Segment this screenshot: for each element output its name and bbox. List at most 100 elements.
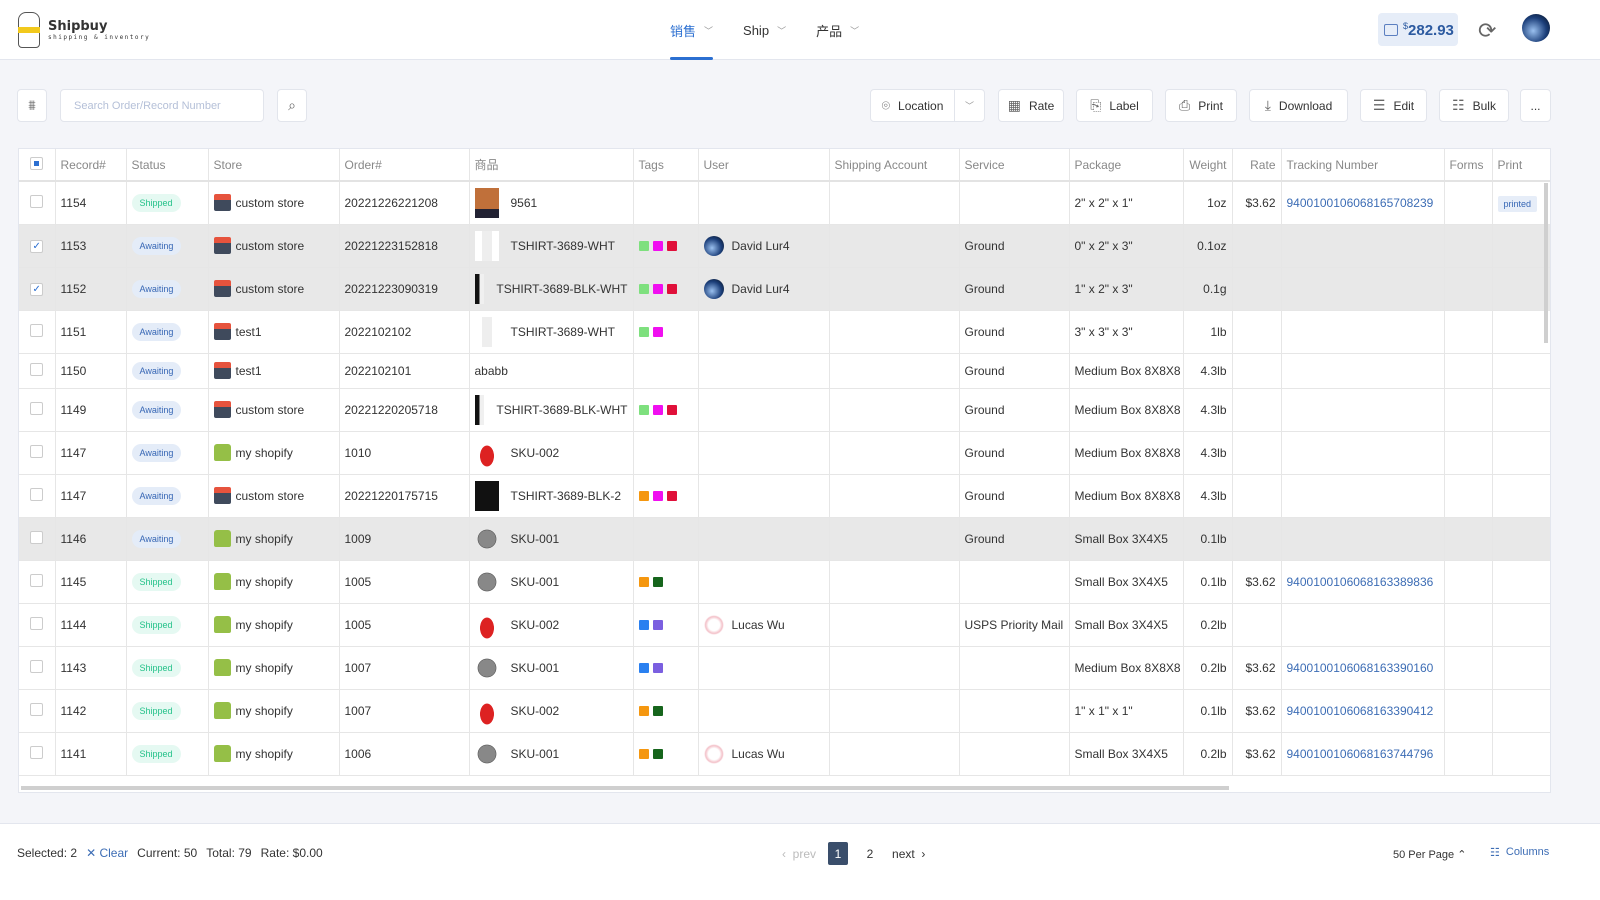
order-number[interactable]: 20221226221208 [339,181,470,225]
tracking-number-link[interactable] [1281,474,1445,518]
record-number[interactable]: 1150 [55,353,127,389]
record-number[interactable]: 1149 [55,388,127,432]
order-number[interactable]: 2022102101 [339,353,470,389]
order-number[interactable]: 1006 [339,732,470,776]
order-number[interactable]: 1007 [339,689,470,733]
row-checkbox[interactable] [30,401,44,415]
tracking-number-link[interactable] [1281,310,1445,354]
order-number[interactable]: 20221220205718 [339,388,470,432]
table-row[interactable]: 1146 Awaiting my shopify 1009 SKU-001 Gr… [19,517,1550,561]
next-page-button[interactable]: next › [892,847,925,861]
record-number[interactable]: 1145 [55,560,127,604]
tracking-number-link[interactable] [1281,431,1445,475]
table-row[interactable]: 1151 Awaiting test1 2022102102 TSHIRT-36… [19,310,1550,354]
row-checkbox[interactable] [30,194,44,208]
rate-button[interactable]: ▦ Rate [998,89,1064,122]
table-row[interactable]: 1141 Shipped my shopify 1006 SKU-001 Luc… [19,732,1550,776]
nav-products[interactable]: 产品 ﹀ [816,0,859,60]
column-header[interactable]: Forms [1444,149,1493,182]
row-checkbox[interactable] [30,616,44,630]
column-header[interactable]: Package [1069,149,1184,182]
location-button[interactable]: ⌾ Location [870,89,955,122]
order-number[interactable]: 1009 [339,517,470,561]
tracking-number-link[interactable] [1281,353,1445,389]
row-checkbox[interactable]: ✓ [30,240,44,253]
tracking-number-link[interactable]: 9400100106068163744796 [1281,732,1445,776]
column-header[interactable]: Status [126,149,209,182]
tracking-number-link[interactable] [1281,388,1445,432]
table-row[interactable]: 1154 Shipped custom store 20221226221208… [19,181,1550,225]
order-number[interactable]: 1005 [339,603,470,647]
row-checkbox[interactable] [30,745,44,759]
row-checkbox[interactable] [30,487,44,501]
logo[interactable]: Shipbuy shipping & inventory [18,12,150,48]
order-number[interactable]: 1010 [339,431,470,475]
row-checkbox[interactable] [30,702,44,716]
record-number[interactable]: 1154 [55,181,127,225]
order-number[interactable]: 20221223152818 [339,224,470,268]
edit-button[interactable]: ☰ Edit [1360,89,1427,122]
record-number[interactable]: 1147 [55,431,127,475]
column-header[interactable]: Record# [55,149,127,182]
label-button[interactable]: ⎘ Label [1076,89,1153,122]
tracking-number-link[interactable] [1281,517,1445,561]
tracking-number-link[interactable]: 9400100106068163389836 [1281,560,1445,604]
columns-button[interactable]: ☷ Columns [1490,846,1549,859]
print-button[interactable]: ⎙ Print [1165,89,1237,122]
column-header[interactable]: Print [1492,149,1550,182]
clear-selection-button[interactable]: ✕ Clear [86,846,128,860]
search-button[interactable]: ⌕ [277,89,307,122]
page-1-button[interactable]: 1 [828,842,849,865]
table-row[interactable]: 1150 Awaiting test1 2022102101 ababb Gro… [19,353,1550,389]
refresh-icon[interactable]: ⟳ [1478,18,1496,44]
order-number[interactable]: 2022102102 [339,310,470,354]
column-header[interactable]: Weight [1183,149,1233,182]
per-page-select[interactable]: 50 Per Page ⌃ [1393,848,1466,861]
tracking-number-link[interactable]: 9400100106068165708239 [1281,181,1445,225]
column-header[interactable]: Service [959,149,1070,182]
row-checkbox[interactable] [30,659,44,673]
row-checkbox[interactable] [30,573,44,587]
tracking-number-link[interactable] [1281,603,1445,647]
page-2-button[interactable]: 2 [860,842,880,865]
column-header[interactable]: Rate [1232,149,1282,182]
record-number[interactable]: 1152 [55,267,127,311]
record-number[interactable]: 1147 [55,474,127,518]
order-number[interactable]: 1007 [339,646,470,690]
order-number[interactable]: 20221223090319 [339,267,470,311]
order-number[interactable]: 20221220175715 [339,474,470,518]
record-number[interactable]: 1146 [55,517,127,561]
vertical-scrollbar[interactable] [1544,183,1548,343]
filter-button[interactable]: ⩩ [17,89,47,122]
row-checkbox[interactable] [30,362,44,376]
table-row[interactable]: 1142 Shipped my shopify 1007 SKU-002 1" … [19,689,1550,733]
table-row[interactable]: 1147 Awaiting my shopify 1010 SKU-002 Gr… [19,431,1550,475]
select-all-checkbox[interactable] [19,149,56,182]
avatar[interactable] [1522,14,1550,42]
column-header[interactable]: Tags [633,149,699,182]
column-header[interactable]: Order# [339,149,470,182]
balance-button[interactable]: $282.93 [1378,13,1458,46]
column-header[interactable]: 商品 [469,149,634,182]
table-row[interactable]: 1143 Shipped my shopify 1007 SKU-001 Med… [19,646,1550,690]
column-header[interactable]: Shipping Account [829,149,960,182]
record-number[interactable]: 1144 [55,603,127,647]
record-number[interactable]: 1141 [55,732,127,776]
column-header[interactable]: Tracking Number [1281,149,1445,182]
record-number[interactable]: 1143 [55,646,127,690]
table-row[interactable]: ✓ 1152 Awaiting custom store 20221223090… [19,267,1550,311]
horizontal-scrollbar[interactable] [21,786,1229,790]
record-number[interactable]: 1151 [55,310,127,354]
table-row[interactable]: 1147 Awaiting custom store 2022122017571… [19,474,1550,518]
table-row[interactable]: 1149 Awaiting custom store 2022122020571… [19,388,1550,432]
table-row[interactable]: ✓ 1153 Awaiting custom store 20221223152… [19,224,1550,268]
location-dropdown[interactable]: ﹀ [954,89,985,122]
tracking-number-link[interactable]: 9400100106068163390160 [1281,646,1445,690]
checkbox[interactable] [30,156,44,170]
table-row[interactable]: 1144 Shipped my shopify 1005 SKU-002 Luc… [19,603,1550,647]
order-number[interactable]: 1005 [339,560,470,604]
tracking-number-link[interactable] [1281,267,1445,311]
tracking-number-link[interactable]: 9400100106068163390412 [1281,689,1445,733]
more-button[interactable]: ... [1520,89,1551,122]
row-checkbox[interactable] [30,530,44,544]
